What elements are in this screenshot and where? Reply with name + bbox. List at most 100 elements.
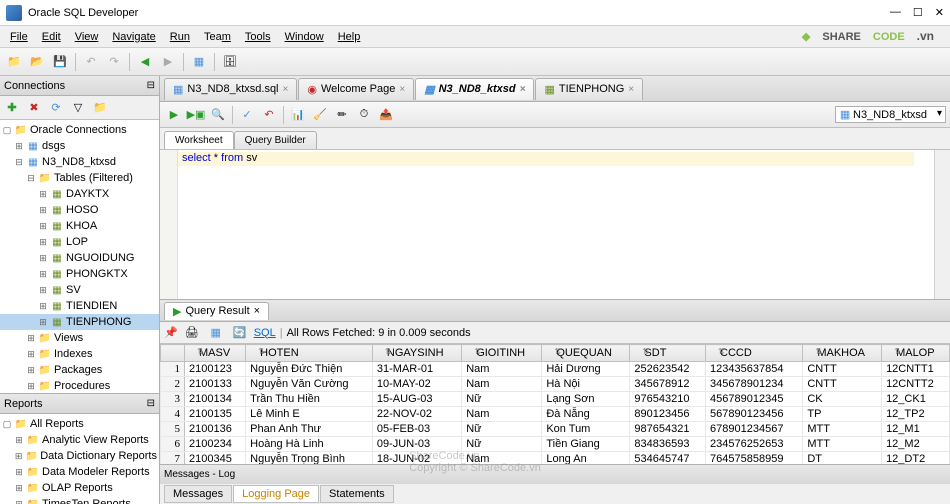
col-cccd[interactable]: ⇅CCCD bbox=[706, 345, 803, 362]
connections-tree[interactable]: ▢📁Oracle Connections⊞▦dsgs⊟▦N3_ND8_ktxsd… bbox=[0, 120, 159, 393]
explain-button[interactable]: 🔍 bbox=[208, 105, 228, 125]
table-row[interactable]: 12100123Nguyễn Đức Thiện31-MAR-01NamHải … bbox=[161, 362, 950, 377]
menu-team[interactable]: Team bbox=[198, 29, 237, 45]
menu-navigate[interactable]: Navigate bbox=[106, 29, 161, 45]
reports-close-icon[interactable]: ⊟ bbox=[147, 398, 155, 409]
tree-group-views[interactable]: ⊞📁Views bbox=[0, 330, 159, 346]
tree-group-packages[interactable]: ⊞📁Packages bbox=[0, 362, 159, 378]
report-olap-reports[interactable]: ⊞📁OLAP Reports bbox=[0, 480, 159, 496]
tree-table-lop[interactable]: ⊞▦LOP bbox=[0, 234, 159, 250]
report-data-modeler-reports[interactable]: ⊞📁Data Modeler Reports bbox=[0, 464, 159, 480]
clear-button[interactable]: 🧹 bbox=[310, 105, 330, 125]
filter-button[interactable]: ▽ bbox=[68, 98, 88, 118]
result-close-icon[interactable]: × bbox=[254, 305, 260, 317]
menu-help[interactable]: Help bbox=[332, 29, 367, 45]
tree-tables[interactable]: ⊟📁Tables (Filtered) bbox=[0, 170, 159, 186]
print-button[interactable]: 🖨 bbox=[182, 323, 202, 343]
run-button[interactable]: ▶ bbox=[164, 105, 184, 125]
col-makhoa[interactable]: ⇅MAKHOA bbox=[803, 345, 882, 362]
table-row[interactable]: 42100135Lê Minh E22-NOV-02NamĐà Nẵng8901… bbox=[161, 407, 950, 422]
redo-button[interactable]: ↷ bbox=[104, 52, 124, 72]
commit-button[interactable]: ✓ bbox=[237, 105, 257, 125]
tree-group-procedures[interactable]: ⊞📁Procedures bbox=[0, 378, 159, 393]
table-row[interactable]: 72100345Nguyễn Trọng Bình18-JUN-02NamLon… bbox=[161, 452, 950, 465]
autotrace-button[interactable]: 📊 bbox=[288, 105, 308, 125]
maximize-button[interactable]: ☐ bbox=[913, 6, 923, 19]
undo-button[interactable]: ↶ bbox=[81, 52, 101, 72]
open-button[interactable]: 📂 bbox=[27, 52, 47, 72]
menu-window[interactable]: Window bbox=[279, 29, 330, 45]
editor-tab-n3-nd8-ktxsd[interactable]: ▦N3_ND8_ktxsd× bbox=[415, 78, 534, 100]
report-data-dictionary-reports[interactable]: ⊞📁Data Dictionary Reports bbox=[0, 448, 159, 464]
menu-file[interactable]: File bbox=[4, 29, 34, 45]
col-ngaysinh[interactable]: ⇅NGAYSINH bbox=[372, 345, 461, 362]
tab-messages[interactable]: Messages bbox=[164, 485, 232, 503]
tree-root[interactable]: ▢📁Oracle Connections bbox=[0, 122, 159, 138]
editor-scrollbar[interactable] bbox=[934, 150, 950, 299]
table-row[interactable]: 52100136Phan Anh Thư05-FEB-03NữKon Tum98… bbox=[161, 422, 950, 437]
menu-view[interactable]: View bbox=[69, 29, 105, 45]
tree-table-phongktx[interactable]: ⊞▦PHONGKTX bbox=[0, 266, 159, 282]
tree-table-dayktx[interactable]: ⊞▦DAYKTX bbox=[0, 186, 159, 202]
refresh-result-button[interactable]: 🔄 bbox=[230, 323, 250, 343]
tree-group-indexes[interactable]: ⊞📁Indexes bbox=[0, 346, 159, 362]
table-row[interactable]: 62100234Hoàng Hà Linh09-JUN-03NữTiền Gia… bbox=[161, 437, 950, 452]
menu-edit[interactable]: Edit bbox=[36, 29, 67, 45]
col-malop[interactable]: ⇅MALOP bbox=[882, 345, 950, 362]
editor-tab-tienphong[interactable]: ▦TIENPHONG× bbox=[535, 78, 643, 100]
sql-code-area[interactable]: select * from sv bbox=[178, 150, 934, 299]
report-all-reports[interactable]: ▢📁All Reports bbox=[0, 416, 159, 432]
tab-query-result[interactable]: ▶ Query Result × bbox=[164, 302, 269, 320]
tree-table-sv[interactable]: ⊞▦SV bbox=[0, 282, 159, 298]
panel-close-icon[interactable]: ⊟ bbox=[147, 80, 155, 91]
col-sdt[interactable]: ⇅SDT bbox=[630, 345, 706, 362]
tab-close-icon[interactable]: × bbox=[628, 84, 634, 95]
sql-link[interactable]: SQL bbox=[254, 327, 276, 339]
tree-table-tienphong[interactable]: ⊞▦TIENPHONG bbox=[0, 314, 159, 330]
tab-close-icon[interactable]: × bbox=[399, 84, 405, 95]
tree-conn-main[interactable]: ⊟▦N3_ND8_ktxsd bbox=[0, 154, 159, 170]
connection-dropdown[interactable]: ▦ N3_ND8_ktxsd bbox=[835, 106, 946, 123]
menu-run[interactable]: Run bbox=[164, 29, 196, 45]
tree-table-nguoidung[interactable]: ⊞▦NGUOIDUNG bbox=[0, 250, 159, 266]
table-row[interactable]: 22100133Nguyễn Văn Cường10-MAY-02NamHà N… bbox=[161, 377, 950, 392]
rollback-button[interactable]: ↶ bbox=[259, 105, 279, 125]
close-button[interactable]: ✕ bbox=[935, 6, 944, 19]
back-button[interactable]: ◀ bbox=[135, 52, 155, 72]
format-button[interactable]: ✏ bbox=[332, 105, 352, 125]
tree-table-tiendien[interactable]: ⊞▦TIENDIEN bbox=[0, 298, 159, 314]
tab-close-icon[interactable]: × bbox=[283, 84, 289, 95]
col-quequan[interactable]: ⇅QUEQUAN bbox=[542, 345, 630, 362]
sql-button[interactable]: ▦ bbox=[189, 52, 209, 72]
export-button[interactable]: ▦ bbox=[206, 323, 226, 343]
new-button[interactable]: 📁 bbox=[4, 52, 24, 72]
col-gioitinh[interactable]: ⇅GIOITINH bbox=[462, 345, 542, 362]
pin-icon[interactable]: 📌 bbox=[164, 326, 178, 339]
tree-table-khoa[interactable]: ⊞▦KHOA bbox=[0, 218, 159, 234]
editor-tab-n3-nd8-ktxsd-sql[interactable]: ▦N3_ND8_ktxsd.sql× bbox=[164, 78, 297, 100]
table-row[interactable]: 32100134Trần Thu Hiền15-AUG-03NữLạng Sơn… bbox=[161, 392, 950, 407]
menu-tools[interactable]: Tools bbox=[239, 29, 277, 45]
tab-logging[interactable]: Logging Page bbox=[233, 485, 319, 503]
minimize-button[interactable]: — bbox=[890, 6, 901, 19]
forward-button[interactable]: ▶ bbox=[158, 52, 178, 72]
tree-conn-dsgs[interactable]: ⊞▦dsgs bbox=[0, 138, 159, 154]
history-button[interactable]: ⏱ bbox=[354, 105, 374, 125]
folder-button[interactable]: 📁 bbox=[90, 98, 110, 118]
new-connection-button[interactable]: ✚ bbox=[2, 98, 22, 118]
db-button[interactable]: 🗄 bbox=[220, 52, 240, 72]
tab-statements[interactable]: Statements bbox=[320, 485, 394, 503]
report-timesten-reports[interactable]: ⊞📁TimesTen Reports bbox=[0, 496, 159, 504]
delete-connection-button[interactable]: ✖ bbox=[24, 98, 44, 118]
result-grid[interactable]: ⇅MASV⇅HOTEN⇅NGAYSINH⇅GIOITINH⇅QUEQUAN⇅SD… bbox=[160, 344, 950, 464]
report-analytic-view-reports[interactable]: ⊞📁Analytic View Reports bbox=[0, 432, 159, 448]
run-script-button[interactable]: ▶▣ bbox=[186, 105, 206, 125]
dbms-button[interactable]: 📤 bbox=[376, 105, 396, 125]
refresh-button[interactable]: ⟳ bbox=[46, 98, 66, 118]
tab-worksheet[interactable]: Worksheet bbox=[164, 131, 234, 149]
editor-tab-welcome-page[interactable]: ◉Welcome Page× bbox=[298, 78, 414, 100]
tab-query-builder[interactable]: Query Builder bbox=[234, 131, 317, 149]
col-masv[interactable]: ⇅MASV bbox=[185, 345, 246, 362]
tree-table-hoso[interactable]: ⊞▦HOSO bbox=[0, 202, 159, 218]
save-button[interactable]: 💾 bbox=[50, 52, 70, 72]
